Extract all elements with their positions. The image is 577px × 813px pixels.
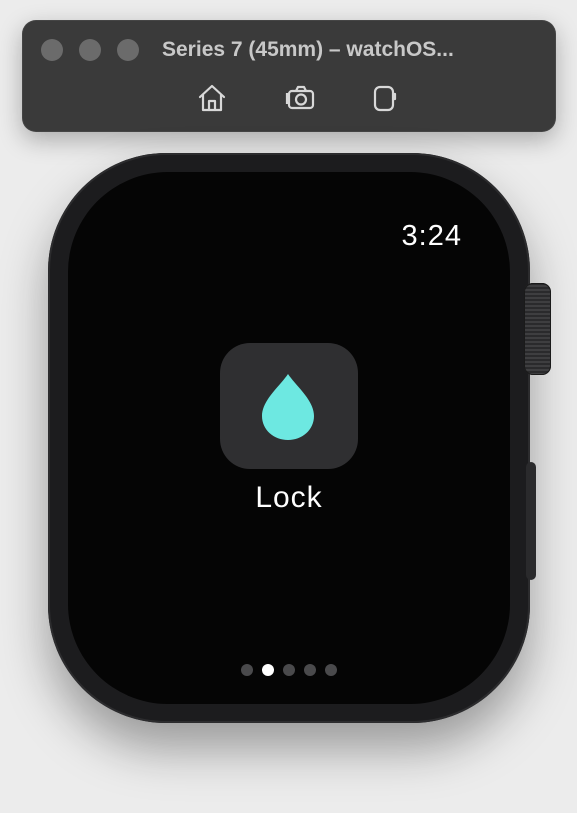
page-dot-active: [262, 664, 274, 676]
zoom-window-button[interactable]: [117, 39, 139, 61]
page-dot: [325, 664, 337, 676]
digital-crown[interactable]: [524, 283, 551, 375]
rotate-device-button[interactable]: [368, 82, 400, 114]
screenshot-icon: [285, 85, 315, 110]
water-drop-icon: [262, 374, 314, 440]
home-icon: [198, 84, 226, 112]
window-controls: [41, 39, 139, 61]
page-dot: [283, 664, 295, 676]
clock-time: 3:24: [401, 220, 462, 252]
app-label: Lock: [255, 481, 323, 514]
lock-app-icon[interactable]: [220, 343, 358, 469]
watch-screen: 3:24 Lock: [68, 172, 510, 704]
page-dot: [241, 664, 253, 676]
minimize-window-button[interactable]: [79, 39, 101, 61]
rotate-device-icon: [373, 85, 397, 112]
close-window-button[interactable]: [41, 39, 63, 61]
simulator-window: Series 7 (45mm) – watchOS...: [22, 20, 556, 132]
page-indicator[interactable]: [68, 664, 510, 676]
side-button[interactable]: [526, 462, 536, 580]
screenshot-button[interactable]: [284, 82, 316, 114]
page-dot: [304, 664, 316, 676]
home-button[interactable]: [196, 82, 228, 114]
window-title: Series 7 (45mm) – watchOS...: [162, 38, 454, 61]
